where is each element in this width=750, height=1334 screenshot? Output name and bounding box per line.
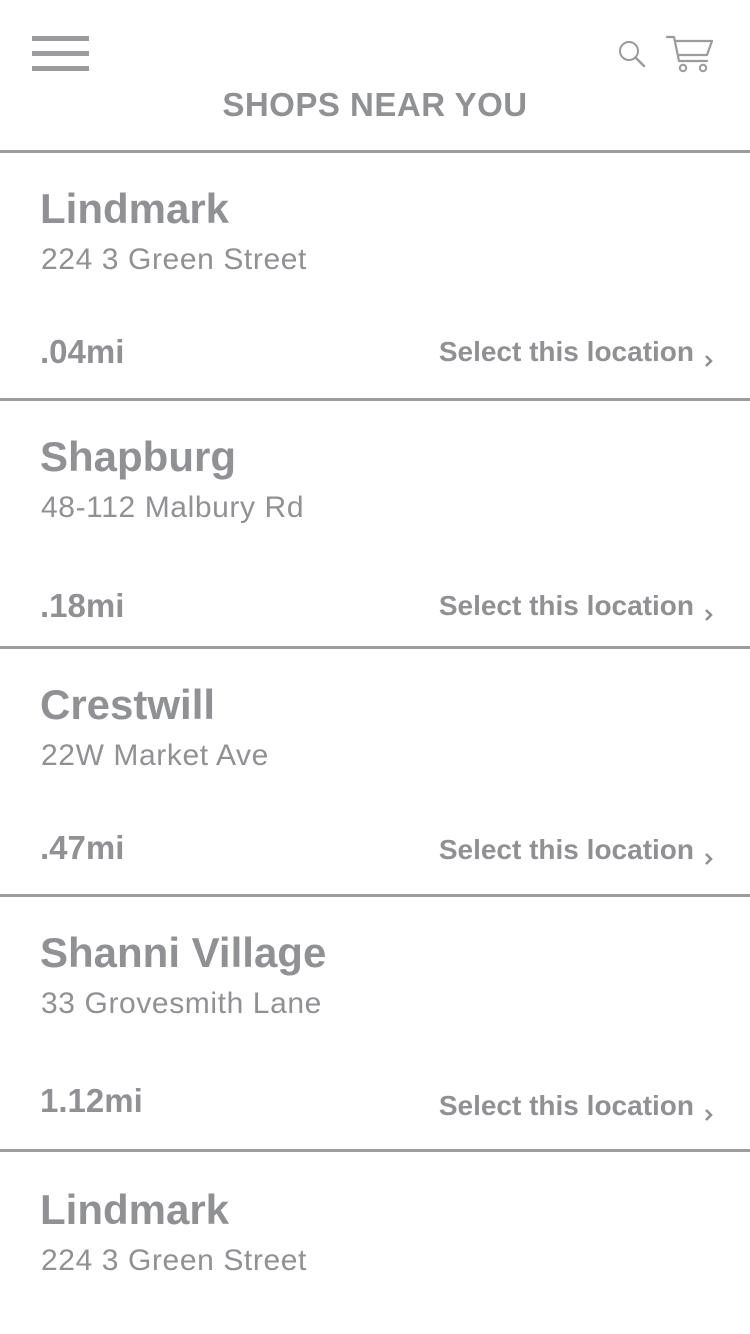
chevron-right-icon: [704, 842, 714, 865]
shop-distance: .04mi: [40, 333, 125, 370]
shop-name: Shapburg: [40, 433, 236, 480]
search-icon[interactable]: [618, 40, 646, 68]
shop-address: 33 Grovesmith Lane: [41, 987, 322, 1020]
select-location-link[interactable]: Select this location: [439, 336, 714, 368]
shop-name: Crestwill: [40, 681, 216, 728]
shop-distance: .18mi: [40, 587, 125, 624]
shop-list-item[interactable]: Shapburg 48-112 Malbury Rd .18mi Select …: [0, 401, 750, 646]
shop-list-item[interactable]: Shanni Village 33 Grovesmith Lane 1.12mi…: [0, 897, 750, 1149]
shop-list-item[interactable]: Lindmark 224 3 Green Street .04mi Select…: [0, 153, 750, 398]
select-location-link[interactable]: Select this location: [439, 590, 714, 622]
shop-address: 48-112 Malbury Rd: [41, 491, 305, 524]
shop-distance: 1.12mi: [40, 1082, 143, 1119]
select-location-label: Select this location: [438, 834, 694, 865]
shopping-cart-icon[interactable]: [665, 34, 714, 74]
select-location-link[interactable]: Select this location: [439, 834, 714, 866]
shop-distance: .47mi: [40, 829, 125, 866]
chevron-right-icon: [704, 344, 714, 367]
shop-list-item[interactable]: Crestwill 22W Market Ave .47mi Select th…: [0, 649, 750, 894]
shop-name: Lindmark: [40, 1186, 230, 1233]
shop-list: Lindmark 224 3 Green Street .04mi Select…: [0, 150, 750, 1332]
app-header: SHOPS NEAR YOU: [0, 0, 750, 150]
select-location-link[interactable]: Select this location: [439, 1090, 714, 1122]
shop-name: Shanni Village: [40, 929, 327, 976]
page-title: SHOPS NEAR YOU: [222, 86, 528, 123]
select-location-label: Select this location: [438, 336, 694, 367]
shop-list-item[interactable]: Lindmark 224 3 Green Street: [0, 1152, 750, 1332]
select-location-label: Select this location: [438, 590, 694, 621]
chevron-right-icon: [704, 1098, 714, 1121]
shop-name: Lindmark: [40, 185, 230, 232]
chevron-right-icon: [704, 598, 714, 621]
shop-address: 22W Market Ave: [41, 739, 269, 772]
shop-address: 224 3 Green Street: [41, 243, 307, 276]
shop-address: 224 3 Green Street: [41, 1244, 307, 1277]
hamburger-menu-icon[interactable]: [32, 36, 89, 72]
select-location-label: Select this location: [438, 1090, 694, 1121]
